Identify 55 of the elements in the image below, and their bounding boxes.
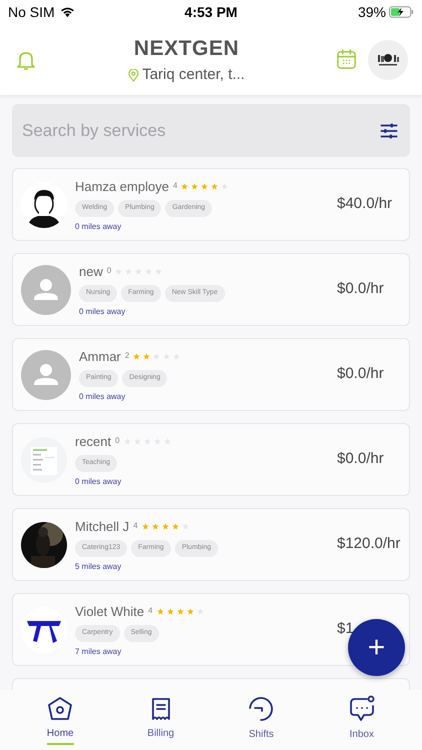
carrier-text: No SIM	[8, 2, 55, 22]
hourly-rate: $0.0/hr	[337, 279, 384, 300]
star-icon	[176, 608, 184, 615]
hourly-rate: $120.0/hr	[337, 534, 400, 554]
star-icon	[162, 522, 169, 530]
rating-value: 0	[106, 265, 112, 278]
worker-name: recent	[75, 432, 112, 450]
star-icon	[186, 608, 194, 615]
distance-text: 0 miles away	[79, 306, 126, 318]
rating-value: 4	[133, 520, 138, 532]
distance-text: 7 miles away	[75, 646, 122, 658]
star-icon	[201, 182, 208, 190]
star-icon	[133, 352, 140, 360]
tab-bar-item[interactable]: Home	[30, 695, 90, 745]
avatar-placeholder-icon	[21, 350, 71, 400]
worker-name: Mitchell J	[75, 518, 130, 536]
tab-bar-item[interactable]: Inbox	[332, 694, 392, 746]
home-icon	[46, 695, 74, 723]
avatar-placeholder-icon	[21, 264, 71, 314]
location-pin-icon	[128, 68, 140, 82]
clock-time: 4:53 PM	[184, 2, 238, 22]
distance-text: 0 miles away	[75, 220, 122, 232]
distance-text: 0 miles away	[75, 476, 122, 488]
location-text[interactable]: Tariq center, t...	[142, 64, 245, 86]
distance-text: 0 miles away	[79, 390, 126, 402]
tab-bar-item[interactable]: Billing	[130, 695, 191, 745]
search-field[interactable]: Search by services	[22, 118, 378, 144]
distance-text: 5 miles away	[75, 560, 122, 572]
battery-percent: 39%	[358, 2, 386, 22]
star-icon	[191, 182, 198, 190]
star-icon	[166, 608, 174, 615]
wifi-icon	[60, 6, 75, 18]
hourly-rate: $40.0/hr	[337, 194, 392, 214]
rating-value: 4	[172, 180, 178, 192]
star-icon	[143, 352, 150, 360]
star-icon	[156, 608, 164, 615]
app-title: NEXTGEN	[134, 36, 240, 62]
rating-value: 2	[124, 350, 130, 362]
star-icon	[142, 522, 149, 530]
rating-value: 0	[115, 435, 120, 448]
restaurant-logo-icon[interactable]	[368, 40, 408, 80]
hourly-rate: $0.0/hr	[337, 449, 384, 470]
tab-bar-item[interactable]: Shifts	[231, 694, 292, 746]
star-icon	[181, 182, 188, 190]
rating-value: 4	[148, 605, 153, 618]
star-icon	[152, 522, 159, 530]
star-icon	[172, 522, 179, 530]
worker-name: Violet White	[75, 602, 144, 620]
worker-name: Ammar	[79, 348, 121, 366]
star-icon	[211, 182, 218, 190]
hourly-rate: $0.0/hr	[337, 364, 384, 384]
battery-icon	[388, 6, 414, 18]
search-bar[interactable]: Search by services	[12, 104, 410, 157]
worker-name: Hamza employe	[75, 178, 169, 196]
worker-name: new	[79, 262, 103, 280]
